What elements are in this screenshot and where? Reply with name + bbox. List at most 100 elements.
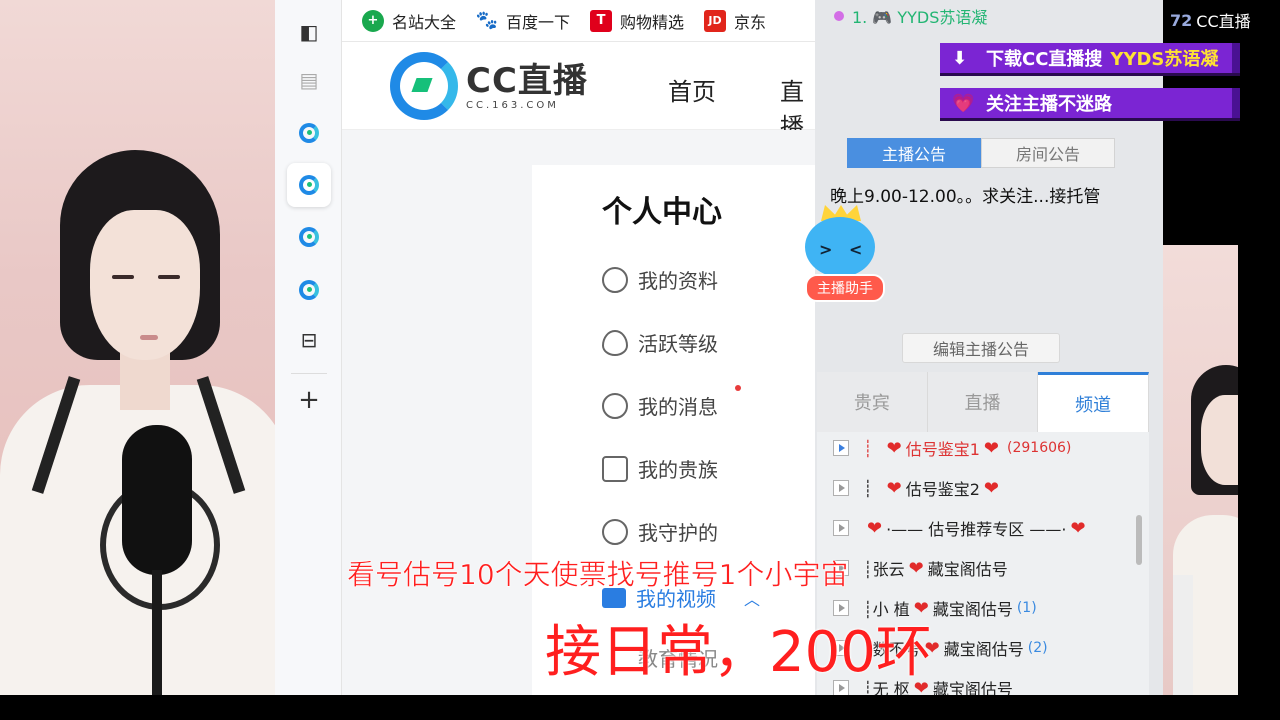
- cc-tab-icon-1[interactable]: [287, 111, 331, 155]
- bookmark-0[interactable]: + 名站大全: [362, 9, 456, 33]
- heart-icon: ❤: [886, 477, 902, 499]
- sidebar-divider: [291, 373, 327, 374]
- guard-icon: [602, 518, 628, 545]
- heart-icon: ❤: [983, 477, 1000, 499]
- channel-row[interactable]: ┊ ❤ 估号鉴宝1 ❤ (291606): [817, 432, 1149, 468]
- calendar-icon[interactable]: ▤: [287, 58, 331, 102]
- channel-tabs: 贵宾 直播 频道: [817, 372, 1150, 432]
- channel-prefix: ┊张云: [863, 560, 905, 579]
- heart-icon: ❤: [908, 557, 924, 579]
- banner-text: 下载CC直播搜: [986, 49, 1103, 70]
- channel-name: 估号鉴宝2: [905, 480, 980, 499]
- cc-logo-icon: [390, 52, 458, 120]
- channel-scrollbar[interactable]: [1136, 515, 1142, 565]
- site-navbar: CC直播 CC.163.COM 首页 直播: [342, 42, 815, 141]
- channel-name: 藏宝阁估号: [932, 680, 1013, 695]
- bookmark-label: 名站大全: [392, 12, 457, 32]
- channel-row[interactable]: ❤ ·—— 估号推荐专区 ——· ❤: [817, 508, 1149, 548]
- mascot-body: [805, 217, 875, 277]
- menu-item-messages[interactable]: 我的消息: [602, 391, 718, 420]
- bookmark-2[interactable]: T 购物精选: [590, 9, 684, 33]
- baidu-paw-icon: 🐾: [475, 9, 499, 32]
- menu-label: 我的贵族: [638, 458, 718, 482]
- mascot-eye: <: [849, 240, 863, 259]
- banner-text: 关注主播不迷路: [986, 94, 1112, 115]
- cc-watermark: 72 CC直播: [1170, 8, 1251, 32]
- menu-item-nobility[interactable]: 我的贵族: [602, 454, 718, 483]
- heart-icon: ❤: [983, 437, 1000, 459]
- download-banner: ⬇ 下载CC直播搜 YYDS苏语凝: [940, 43, 1240, 73]
- streamer-name: YYDS苏语凝: [1110, 49, 1219, 70]
- watermark-number: 72: [1170, 10, 1193, 30]
- tmall-icon: T: [590, 9, 613, 32]
- bookmarks-bar: + 名站大全 🐾 百度一下 T 购物精选 JD 京东: [342, 0, 815, 42]
- heart-icon: 💗: [952, 93, 975, 114]
- add-tab-icon[interactable]: +: [287, 378, 331, 422]
- bottom-black-bar: [0, 695, 1280, 720]
- cc-logo[interactable]: CC直播 CC.163.COM: [390, 52, 588, 120]
- user-icon: [602, 266, 628, 293]
- microphone: [122, 425, 192, 575]
- play-icon: [833, 480, 849, 496]
- browser-sidebar: ◧ ▤ ⊟ +: [275, 0, 342, 695]
- mouth: [140, 335, 158, 340]
- marquee-text: 1. 🎮 YYDS苏语凝: [852, 8, 988, 27]
- channel-prefix: ┊: [863, 478, 873, 498]
- follow-banner: 💗 关注主播不迷路: [940, 88, 1240, 118]
- flame-icon: [602, 329, 628, 356]
- streamer-figure: [0, 150, 290, 710]
- channel-name: ·—— 估号推荐专区 ——·: [886, 520, 1067, 539]
- bookmark-3[interactable]: JD 京东: [704, 9, 766, 33]
- logo-domain: CC.163.COM: [466, 99, 559, 111]
- heart-icon: ❤: [886, 437, 902, 459]
- stream-frame: ◧ ▤ ⊟ + + 名站大全 🐾 百度一下 T 购物精选 JD 京东 CC直播 …: [0, 0, 1280, 720]
- host-assistant-label[interactable]: 主播助手: [805, 274, 885, 302]
- channel-count: (291606): [1007, 440, 1072, 456]
- channel-count: (2): [1027, 640, 1048, 656]
- download-icon: ⬇: [952, 48, 968, 69]
- webcam-right: [1163, 245, 1263, 705]
- window-icon[interactable]: ⊟: [287, 318, 331, 362]
- menu-label: 我的资料: [638, 269, 718, 293]
- black-region: [1238, 0, 1280, 720]
- tab-live[interactable]: 直播: [928, 372, 1039, 432]
- overlay-subtitle-2: 接日常，200环: [545, 620, 932, 685]
- add-circle-icon: +: [362, 9, 384, 32]
- bookmark-label: 购物精选: [620, 12, 685, 32]
- page-title: 个人中心: [602, 195, 722, 230]
- channel-row[interactable]: ┊ ❤ 估号鉴宝2 ❤: [817, 468, 1149, 508]
- eye-left: [112, 275, 134, 279]
- play-icon: [833, 520, 849, 536]
- menu-item-profile[interactable]: 我的资料: [602, 265, 718, 294]
- watermark-label: CC直播: [1196, 12, 1251, 31]
- cc-tab-icon-4[interactable]: [287, 268, 331, 312]
- tab-channel[interactable]: 频道: [1038, 372, 1150, 432]
- bookmark-1[interactable]: 🐾 百度一下: [476, 9, 570, 33]
- dot-icon: [834, 11, 844, 21]
- play-icon: [833, 440, 849, 456]
- crown-icon: [602, 455, 628, 482]
- unread-dot: [735, 385, 741, 391]
- sidebar-toggle-icon[interactable]: ◧: [287, 10, 331, 54]
- tab-host-announcement[interactable]: 主播公告: [847, 138, 981, 168]
- channel-row[interactable]: ┊张云 ❤ 藏宝阁估号: [817, 548, 1149, 588]
- cc-tab-icon-3[interactable]: [287, 215, 331, 259]
- menu-label: 活跃等级: [638, 332, 718, 356]
- tab-vip[interactable]: 贵宾: [817, 372, 928, 432]
- channel-name: 藏宝阁估号: [943, 640, 1024, 659]
- mic-stand: [152, 570, 162, 710]
- menu-item-level[interactable]: 活跃等级: [602, 328, 718, 357]
- channel-name: 藏宝阁估号: [932, 600, 1013, 619]
- channel-name: 藏宝阁估号: [927, 560, 1008, 579]
- nav-link-home[interactable]: 首页: [668, 72, 716, 107]
- menu-item-guarded[interactable]: 我守护的: [602, 517, 718, 546]
- edit-announcement-button[interactable]: 编辑主播公告: [902, 333, 1060, 363]
- cc-tab-icon-2[interactable]: [287, 163, 331, 207]
- channel-name: 估号鉴宝1: [905, 440, 980, 459]
- heart-icon: ❤: [867, 517, 883, 539]
- announcement-tabs: 主播公告 房间公告: [847, 138, 1115, 168]
- announcement-text: 晚上9.00-12.00。。求关注...接托管: [830, 187, 1101, 207]
- menu-label: 我守护的: [638, 521, 718, 545]
- tab-room-announcement[interactable]: 房间公告: [981, 138, 1115, 168]
- webcam-left: [0, 0, 290, 710]
